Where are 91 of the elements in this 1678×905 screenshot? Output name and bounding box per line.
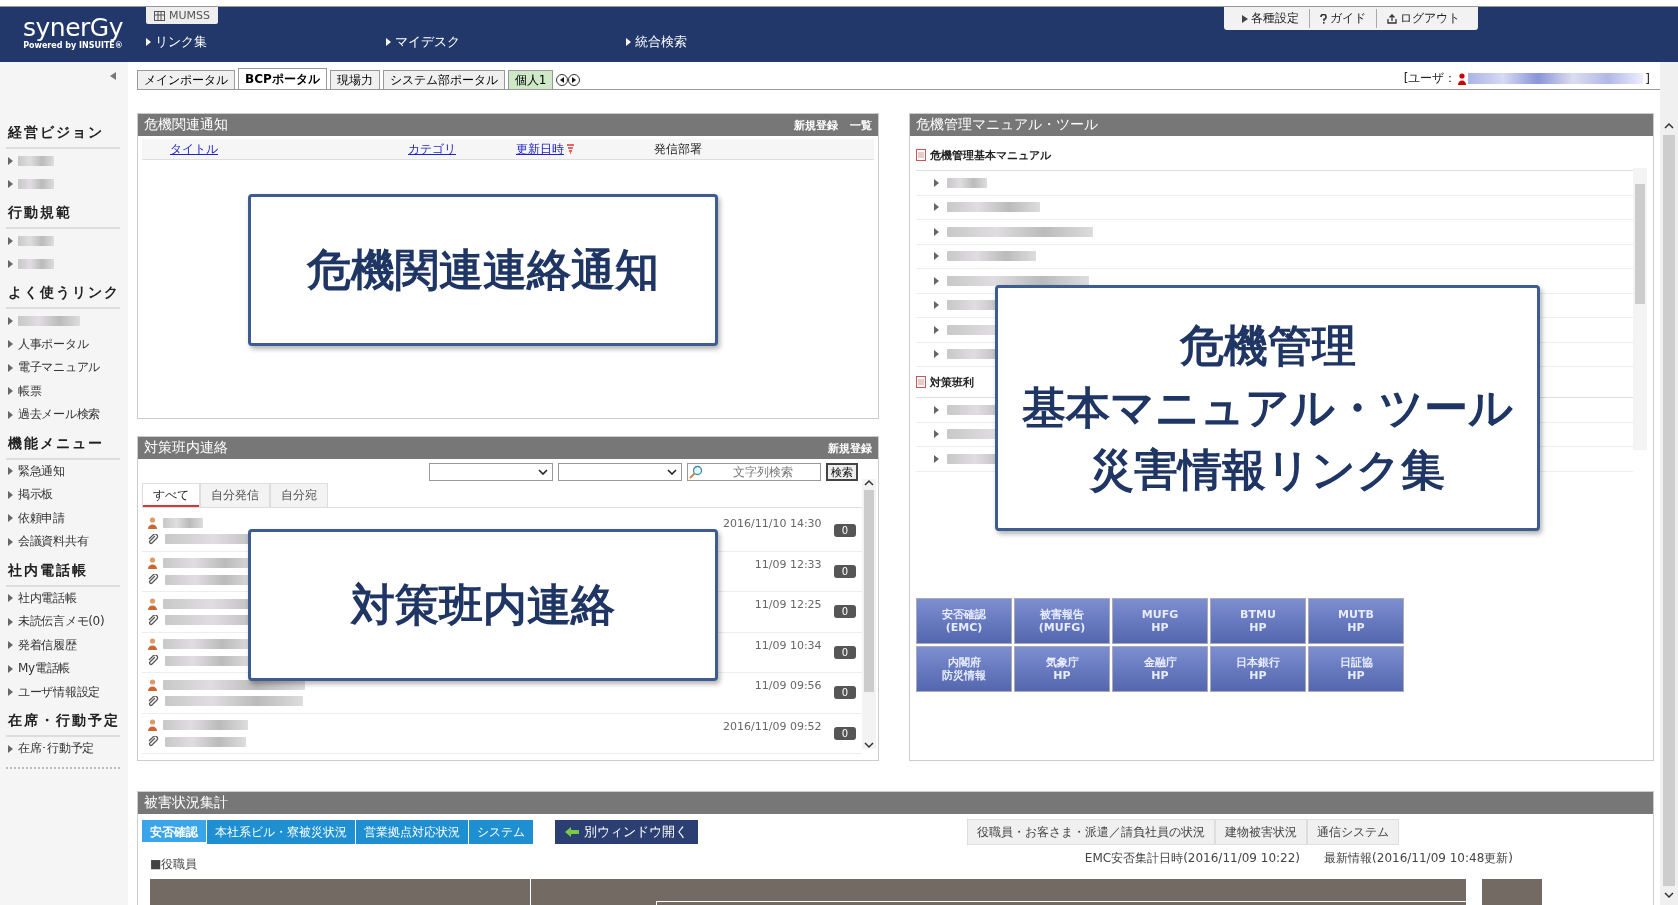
sidebar-link[interactable]: 発着信履歴 xyxy=(18,636,77,654)
portal-tab[interactable]: システム部ポータル xyxy=(382,70,505,89)
open-window-button[interactable]: 別ウィンドウ開く xyxy=(555,820,698,844)
utility-link[interactable]: ログアウト xyxy=(1377,9,1470,28)
column-header[interactable]: タイトル xyxy=(170,140,408,158)
panel-title: 危機関連通知 xyxy=(144,116,228,134)
sidebar-link[interactable]: 帳票 xyxy=(18,382,42,400)
link-button[interactable]: BTMU HP xyxy=(1210,598,1306,644)
callout-text: 危機管理 xyxy=(1179,319,1356,373)
summary-time: EMC安否集計日時(2016/11/09 10:22) xyxy=(1084,850,1301,867)
sidebar-heading: 行動規範 xyxy=(6,204,120,229)
panel-title: 対策班内連絡 xyxy=(144,439,228,457)
new-link[interactable]: 新規登録 xyxy=(794,117,838,133)
logo-caption: Powered by INSUITE® xyxy=(23,41,123,50)
portal-tab[interactable]: 現場力 xyxy=(329,70,380,89)
section-label: ■役職員 xyxy=(150,856,198,873)
link-button[interactable]: 安否確認 (EMC) xyxy=(916,598,1012,644)
message-date: 11/09 09:56 xyxy=(754,679,822,692)
sidebar-link[interactable]: 在席･行動予定 xyxy=(18,740,94,758)
message-date: 11/09 12:25 xyxy=(754,598,822,611)
sidebar-link[interactable]: 掲示板 xyxy=(18,486,54,504)
callout-text: 基本マニュアル・ツール xyxy=(1022,381,1513,435)
link-button[interactable]: 金融庁 HP xyxy=(1112,646,1208,692)
message-date: 2016/11/10 14:30 xyxy=(723,517,822,530)
message-date: 11/09 12:33 xyxy=(754,557,822,571)
user-label: [ユーザ： xyxy=(1403,70,1457,87)
new-link[interactable]: 新規登録 xyxy=(828,440,872,456)
sidebar-heading: 経営ビジョン xyxy=(6,124,120,149)
list-link[interactable]: 一覧 xyxy=(850,117,872,133)
message-date: 11/09 10:34 xyxy=(754,638,822,652)
filter-tab[interactable]: すべて xyxy=(142,483,200,507)
portal-tab[interactable]: メインポータル xyxy=(137,70,235,89)
status-tab[interactable]: 役職員・お客さま・派遣／請負社員の状況 xyxy=(967,819,1215,845)
link-button[interactable]: 日証協 HP xyxy=(1308,646,1404,692)
reply-count: 0 xyxy=(833,726,856,740)
reply-count: 0 xyxy=(833,524,856,538)
logo: synerGy xyxy=(23,15,123,41)
category-tab[interactable]: システム xyxy=(469,820,533,844)
panel-title: 被害状況集計 xyxy=(144,794,228,812)
sidebar-heading: 在席・行動予定 xyxy=(6,712,120,737)
portal-tab[interactable]: 個人1 xyxy=(507,70,554,89)
portal-tab[interactable]: BCPポータル xyxy=(238,68,327,89)
category-tab[interactable]: 本社系ビル・寮被災状況 xyxy=(207,820,355,844)
search-field[interactable]: 文字列検索 xyxy=(687,463,821,481)
callout-text: 対策班内連絡 xyxy=(351,577,615,632)
callout-text: 危機関連連絡通知 xyxy=(307,242,659,297)
utility-link[interactable]: ガイド xyxy=(1310,9,1377,28)
column-header: 発信部署 xyxy=(654,140,702,158)
nav-link[interactable]: 統合検索 xyxy=(626,33,866,51)
link-button[interactable]: 被害報告 (MUFG) xyxy=(1014,598,1110,644)
link-button[interactable]: 気象庁 HP xyxy=(1014,646,1110,692)
status-tab[interactable]: 建物被害状況 xyxy=(1215,819,1307,845)
link-button[interactable]: 内閣府 防災情報 xyxy=(916,646,1012,692)
sidebar-link[interactable]: 未読伝言メモ(0) xyxy=(18,613,105,631)
sidebar-link[interactable]: 社内電話帳 xyxy=(18,589,77,607)
filter-tab[interactable]: 自分発信 xyxy=(200,483,270,507)
sidebar-link[interactable]: 電子マニュアル xyxy=(18,359,100,377)
group-title: 危機管理基本マニュアル xyxy=(930,147,1051,163)
callout-text: 災害情報リンク集 xyxy=(1090,443,1445,497)
link-button[interactable]: MUTB HP xyxy=(1308,598,1404,644)
user-label: ] xyxy=(1645,71,1650,86)
sidebar-link[interactable]: 過去メール検索 xyxy=(18,406,100,424)
sidebar-link[interactable]: 依頼申請 xyxy=(18,509,65,527)
search-button[interactable]: 検索 xyxy=(826,463,858,481)
nav-link[interactable]: リンク集 xyxy=(146,33,386,51)
link-button[interactable]: MUFG HP xyxy=(1112,598,1208,644)
nav-link[interactable]: マイデスク xyxy=(386,33,626,51)
message-date: 2016/11/09 09:52 xyxy=(723,719,822,733)
reply-count: 0 xyxy=(833,645,856,659)
column-header[interactable]: カテゴリ xyxy=(408,140,516,158)
latest-update: 最新情報(2016/11/09 10:48更新) xyxy=(1324,850,1513,867)
sidebar-heading: 機能メニュー xyxy=(6,434,120,460)
sidebar-link[interactable]: 人事ポータル xyxy=(18,335,89,353)
filter-tab[interactable]: 自分宛 xyxy=(270,483,328,507)
sidebar-link[interactable]: ユーザ情報設定 xyxy=(18,683,100,701)
column-header[interactable]: 更新日時 xyxy=(516,140,564,158)
link-button[interactable]: 日本銀行 HP xyxy=(1210,646,1306,692)
status-tab[interactable]: 通信システム xyxy=(1307,819,1399,845)
sidebar-link[interactable]: My電話帳 xyxy=(18,660,70,678)
reply-count: 0 xyxy=(833,564,856,578)
reply-count: 0 xyxy=(833,605,856,619)
category-tab[interactable]: 営業拠点対応状況 xyxy=(356,820,468,844)
reply-count: 0 xyxy=(833,686,856,700)
utility-link[interactable]: 各種設定 xyxy=(1232,9,1310,28)
sidebar-link[interactable]: 緊急通知 xyxy=(18,462,65,480)
app-tab[interactable]: MUMSS xyxy=(146,7,218,24)
sidebar-heading: よく使うリンク xyxy=(6,284,120,309)
sidebar-link[interactable]: 会議資料共有 xyxy=(18,533,89,551)
panel-title: 危機管理マニュアル・ツール xyxy=(916,116,1098,134)
sidebar-heading: 社内電話帳 xyxy=(6,561,120,587)
group-title: 対策班利 xyxy=(930,374,974,390)
